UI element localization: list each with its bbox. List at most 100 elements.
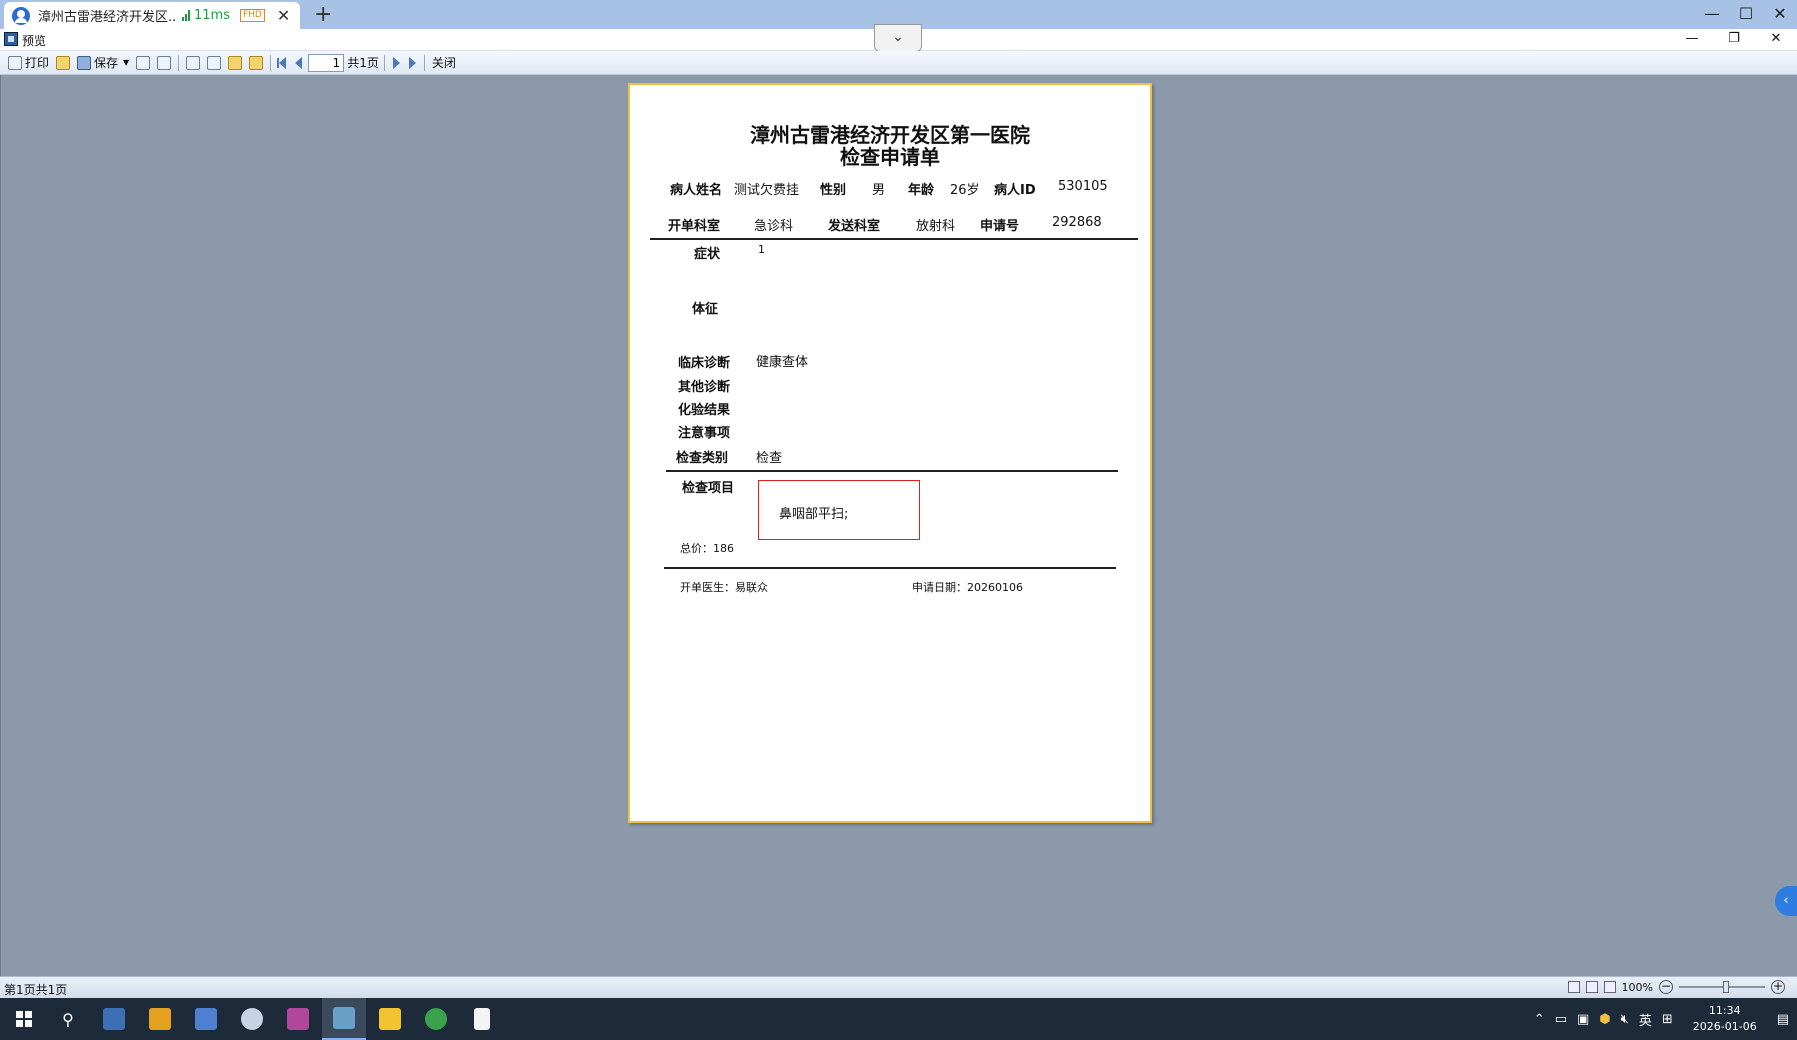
window-title: 预览	[22, 34, 47, 48]
close-icon[interactable]: ✕	[1755, 29, 1797, 51]
gender-label: 性别	[820, 183, 847, 198]
sql-app-icon	[149, 1008, 171, 1030]
system-tray: ⌃ ▭ ▣ ⬢ 🔇︎ 英 ⊞ 11:34 2026-01-06 ▤	[1534, 998, 1797, 1040]
binoculars-icon	[157, 55, 172, 70]
side-panel-toggle[interactable]: ‹	[1775, 886, 1797, 916]
shield-icon[interactable]: ⬢	[1599, 1012, 1610, 1027]
search-icon[interactable]: ⚲	[46, 998, 90, 1040]
symptoms-value: 1	[758, 243, 765, 256]
ordering-dept-label: 开单科室	[668, 219, 721, 234]
page-status: 第1页共1页	[4, 983, 68, 997]
minimize-icon[interactable]: —	[1671, 29, 1713, 51]
taskbar-app-books[interactable]	[276, 998, 320, 1040]
page-number-input[interactable]	[308, 53, 345, 72]
preview-window-controls: — ❐ ✕	[1671, 29, 1797, 51]
ordering-doctor: 开单医生：易联众	[680, 581, 768, 594]
single-page-icon[interactable]	[1585, 981, 1598, 993]
taskbar-app-remote[interactable]	[184, 998, 228, 1040]
new-tab-button[interactable]: +	[314, 3, 332, 27]
zoom-slider[interactable]	[1679, 981, 1765, 993]
floppy-icon	[77, 55, 92, 70]
toolbar-separator	[270, 54, 272, 71]
document-icon	[249, 55, 264, 70]
status-bar: 第1页共1页 100% − +	[0, 976, 1797, 998]
page-layout-button[interactable]	[184, 53, 202, 73]
save-button[interactable]: 保存 ▼	[75, 53, 131, 73]
network-icon[interactable]: ▭	[1555, 1012, 1567, 1027]
browser-tab[interactable]: 漳州古雷港经济开发区... 11ms FHD ✕	[4, 2, 300, 29]
minimize-icon[interactable]: —	[1695, 0, 1729, 29]
his-app-icon	[333, 1007, 355, 1029]
taskbar-app-monitor[interactable]	[92, 998, 136, 1040]
volume-muted-icon[interactable]: 🔇︎	[1621, 1012, 1629, 1027]
ime-indicator[interactable]: 英	[1639, 1010, 1652, 1029]
close-preview-button[interactable]: 关闭	[430, 53, 458, 73]
security-icon[interactable]: ▣	[1577, 1012, 1589, 1027]
find-button[interactable]	[155, 53, 173, 73]
patient-name-label: 病人姓名	[670, 183, 723, 198]
fhd-badge: FHD	[239, 9, 265, 22]
exam-item-value: 鼻咽部平扫;	[779, 507, 849, 522]
symptoms-label: 症状	[694, 247, 721, 262]
network-app-icon	[241, 1008, 263, 1030]
toolbar-separator	[423, 54, 425, 71]
latency-label: 11ms	[194, 8, 230, 23]
request-date: 申请日期：20260106	[912, 581, 1023, 594]
clock[interactable]: 11:34 2026-01-06	[1693, 1003, 1757, 1035]
taskbar-app-sql[interactable]	[138, 998, 182, 1040]
close-icon[interactable]: ✕	[1763, 0, 1797, 29]
collapse-toggle[interactable]: ⌄	[874, 24, 922, 52]
monitor-app-icon	[103, 1008, 125, 1030]
taskbar-app-network[interactable]	[230, 998, 274, 1040]
browser-app-icon	[425, 1008, 447, 1030]
chevron-up-icon[interactable]: ⌃	[1534, 1012, 1545, 1027]
divider-line	[666, 470, 1118, 472]
signal-icon	[182, 10, 190, 21]
last-page-icon[interactable]	[408, 56, 416, 69]
print-button[interactable]: 打印	[6, 53, 51, 73]
fit-page-icon[interactable]	[1567, 981, 1580, 993]
taskbar-app-notepad[interactable]	[460, 998, 504, 1040]
maximize-icon[interactable]: ☐	[1729, 0, 1763, 29]
form-title: 检查申请单	[840, 145, 940, 169]
sending-dept-value: 放射科	[916, 219, 956, 234]
sending-dept-label: 发送科室	[828, 219, 881, 234]
exam-category-label: 检查类别	[676, 451, 729, 466]
first-page-icon[interactable]	[279, 56, 287, 69]
restore-icon[interactable]: ❐	[1713, 29, 1755, 51]
chevron-left-icon: ‹	[1783, 893, 1789, 908]
next-page-icon[interactable]	[392, 56, 400, 69]
edit-button[interactable]	[226, 53, 244, 73]
email-button[interactable]	[134, 53, 152, 73]
preview-toolbar: 打印 保存 ▼ 共1页 关闭	[0, 51, 1797, 75]
open-button[interactable]	[54, 53, 72, 73]
toolbar-separator	[178, 54, 180, 71]
taskbar-app-explorer[interactable]	[368, 998, 412, 1040]
keyboard-icon[interactable]: ⊞	[1662, 1012, 1673, 1027]
watermark-button[interactable]	[247, 53, 265, 73]
windows-icon	[16, 1011, 32, 1027]
taskbar-app-his[interactable]	[322, 998, 366, 1040]
page-setup-icon	[207, 55, 222, 70]
start-button[interactable]	[2, 998, 46, 1040]
layout-icon	[186, 55, 201, 70]
gender-value: 男	[872, 183, 886, 198]
tab-title: 漳州古雷港经济开发区...	[38, 10, 176, 25]
prev-page-icon[interactable]	[295, 56, 303, 69]
zoom-out-icon[interactable]: −	[1659, 980, 1673, 994]
divider-line	[664, 567, 1116, 569]
remote-desktop-icon	[195, 1008, 217, 1030]
dropdown-arrow-icon[interactable]: ▼	[123, 58, 129, 67]
close-tab-icon[interactable]: ✕	[277, 6, 290, 25]
page-setup-button[interactable]	[205, 53, 223, 73]
zoom-slider-thumb[interactable]	[1723, 981, 1729, 993]
notification-icon[interactable]: ▤	[1777, 1012, 1789, 1027]
exam-item-box: 鼻咽部平扫;	[758, 480, 920, 540]
books-app-icon	[287, 1008, 309, 1030]
zoom-in-icon[interactable]: +	[1771, 980, 1785, 994]
toolbar-separator	[383, 54, 385, 71]
document-icon	[474, 1008, 490, 1030]
chevron-down-icon: ⌄	[892, 29, 904, 45]
taskbar-app-browser[interactable]	[414, 998, 458, 1040]
multi-page-icon[interactable]	[1603, 981, 1616, 993]
